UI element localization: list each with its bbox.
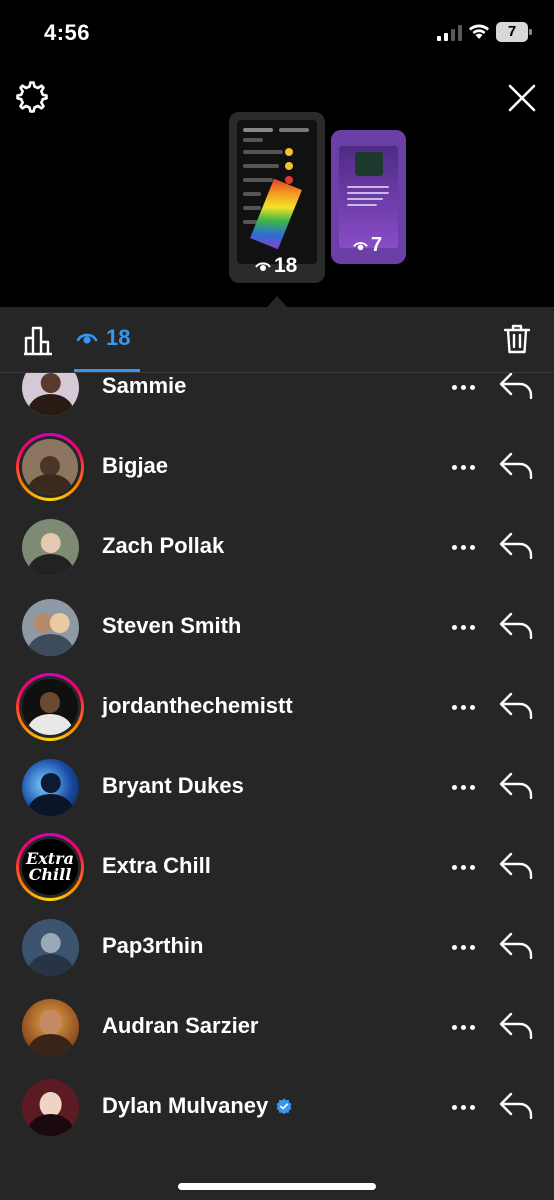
battery-level: 7: [507, 23, 517, 40]
reply-icon[interactable]: [498, 1009, 534, 1041]
list-item[interactable]: Pap3rthin: [0, 907, 554, 987]
story-view-count-value: 7: [371, 234, 383, 256]
reply-icon[interactable]: [498, 449, 534, 481]
more-icon[interactable]: [449, 535, 477, 559]
story-thumbnail-selected[interactable]: 18: [229, 112, 325, 283]
list-item[interactable]: Zach Pollak: [0, 507, 554, 587]
list-item[interactable]: Sammie: [0, 373, 554, 427]
reply-icon[interactable]: [498, 529, 534, 561]
reply-icon[interactable]: [498, 849, 534, 881]
cellular-signal-icon: [437, 25, 462, 41]
viewers-count: 18: [106, 325, 131, 350]
avatar[interactable]: [22, 373, 79, 416]
viewer-name-text: Sammie: [102, 373, 187, 398]
viewer-name-text: Bigjae: [102, 453, 169, 478]
eye-icon: [255, 262, 271, 271]
viewer-name-text: Extra Chill: [102, 853, 211, 878]
status-bar: 4:56 7: [0, 0, 554, 64]
extra-chill-logo: Extra Chill: [22, 839, 78, 895]
avatar[interactable]: [22, 519, 79, 576]
viewer-name[interactable]: Sammie: [102, 373, 186, 399]
battery-icon: 7: [496, 22, 532, 42]
wifi-icon: [469, 24, 489, 39]
active-tab-indicator: [74, 369, 140, 372]
verified-badge-icon: [276, 1098, 292, 1114]
selected-story-pointer: [267, 296, 287, 307]
gear-icon[interactable]: [15, 80, 49, 114]
more-icon[interactable]: [449, 775, 477, 799]
viewer-name[interactable]: Zach Pollak: [102, 533, 224, 559]
more-icon[interactable]: [449, 935, 477, 959]
list-item[interactable]: Bryant Dukes: [0, 747, 554, 827]
avatar: Extra Chill: [22, 839, 78, 895]
eye-icon: [353, 242, 368, 251]
viewers-list[interactable]: Sammie Bigjae Zach Pollak Steven Smith j…: [0, 373, 554, 1173]
reply-icon[interactable]: [498, 689, 534, 721]
avatar[interactable]: [22, 599, 79, 656]
story-preview-image: [339, 146, 398, 248]
logo-line-2: Chill: [28, 865, 72, 884]
avatar[interactable]: [22, 999, 79, 1056]
viewer-name[interactable]: Bryant Dukes: [102, 773, 244, 799]
viewer-name-text: Pap3rthin: [102, 933, 204, 958]
list-item[interactable]: Extra Chill Extra Chill: [0, 827, 554, 907]
viewer-name-text: Audran Sarzier: [102, 1013, 259, 1038]
reply-icon[interactable]: [498, 929, 534, 961]
avatar-story-ring[interactable]: [16, 673, 84, 741]
reply-icon[interactable]: [498, 373, 534, 401]
avatar: [22, 679, 78, 735]
story-view-count: 18: [255, 254, 297, 278]
avatar[interactable]: [22, 919, 79, 976]
list-item[interactable]: Audran Sarzier: [0, 987, 554, 1067]
status-time: 4:56: [44, 20, 91, 45]
list-item[interactable]: Dylan Mulvaney: [0, 1067, 554, 1147]
viewer-name-text: Steven Smith: [102, 613, 242, 638]
reply-icon[interactable]: [498, 769, 534, 801]
viewer-name-text: Dylan Mulvaney: [102, 1093, 269, 1118]
more-icon[interactable]: [449, 1015, 477, 1039]
list-item[interactable]: Steven Smith: [0, 587, 554, 667]
more-icon[interactable]: [449, 1095, 477, 1119]
viewer-name[interactable]: Pap3rthin: [102, 933, 203, 959]
reply-icon[interactable]: [498, 1089, 534, 1121]
viewers-sheet: 18 Sammie Bigjae Zach Pollak Steven Smit…: [0, 307, 554, 1200]
viewer-name-text: Zach Pollak: [102, 533, 225, 558]
trash-icon[interactable]: [502, 323, 532, 355]
more-icon[interactable]: [449, 855, 477, 879]
more-icon[interactable]: [449, 695, 477, 719]
story-thumbnail[interactable]: 7: [331, 130, 406, 264]
sheet-header: 18: [0, 307, 554, 373]
tab-viewers[interactable]: 18: [76, 325, 130, 351]
eye-icon: [76, 333, 98, 344]
viewer-name[interactable]: Audran Sarzier: [102, 1013, 259, 1039]
list-item[interactable]: Bigjae: [0, 427, 554, 507]
avatar-story-ring[interactable]: Extra Chill: [16, 833, 84, 901]
home-indicator[interactable]: [178, 1183, 376, 1190]
viewer-name[interactable]: Dylan Mulvaney: [102, 1093, 292, 1119]
avatar-story-ring[interactable]: [16, 433, 84, 501]
list-item[interactable]: jordanthechemistt: [0, 667, 554, 747]
reply-icon[interactable]: [498, 609, 534, 641]
viewer-name[interactable]: jordanthechemistt: [102, 693, 293, 719]
more-icon[interactable]: [449, 615, 477, 639]
story-preview-image: [237, 120, 317, 264]
story-view-count-value: 18: [274, 254, 298, 277]
close-icon[interactable]: [506, 82, 538, 114]
avatar: [22, 439, 78, 495]
viewer-name-text: Bryant Dukes: [102, 773, 244, 798]
viewer-name[interactable]: Extra Chill: [102, 853, 211, 879]
more-icon[interactable]: [449, 455, 477, 479]
avatar[interactable]: [22, 1079, 79, 1136]
viewer-name[interactable]: Steven Smith: [102, 613, 241, 639]
bar-chart-icon[interactable]: [22, 324, 54, 356]
avatar[interactable]: [22, 759, 79, 816]
story-view-count: 7: [353, 234, 382, 257]
viewer-name-text: jordanthechemistt: [102, 693, 293, 718]
viewer-name[interactable]: Bigjae: [102, 453, 168, 479]
more-icon[interactable]: [449, 375, 477, 399]
